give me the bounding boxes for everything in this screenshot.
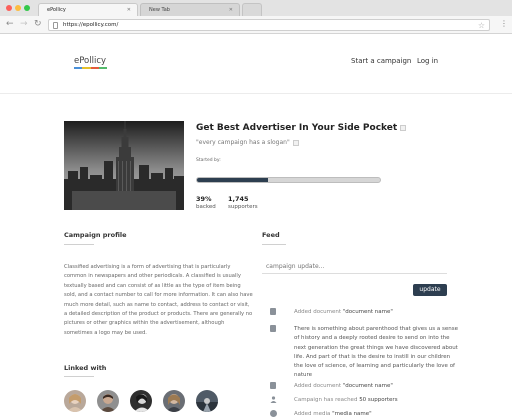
- feed-text: Added media "media name": [294, 410, 459, 419]
- avatar[interactable]: [196, 390, 218, 412]
- heading-underline: [64, 244, 94, 245]
- reload-icon[interactable]: ↻: [34, 19, 42, 30]
- feed-prefix: Added media: [294, 411, 333, 417]
- close-icon[interactable]: ✕: [127, 7, 131, 13]
- heading-underline: [64, 376, 94, 377]
- feed-post-text: There is something about parenthood that…: [294, 326, 459, 379]
- city-skyline-image: [64, 121, 184, 210]
- avatar[interactable]: [130, 390, 152, 412]
- campaign-progress-bar: [196, 177, 381, 183]
- document-name-link[interactable]: "document name": [343, 383, 393, 389]
- close-window-button[interactable]: [6, 5, 12, 11]
- campaign-title: Get Best Advertiser In Your Side Pocket: [196, 123, 407, 133]
- new-tab-button[interactable]: [242, 3, 262, 16]
- logo-color-segment: [82, 67, 91, 69]
- edit-icon[interactable]: [400, 124, 407, 131]
- started-by-label: Started by:: [196, 158, 221, 163]
- browser-menu-icon[interactable]: ⋮: [500, 20, 508, 28]
- media-name-link[interactable]: "media name": [332, 411, 372, 417]
- linked-with-heading: Linked with: [64, 364, 107, 372]
- back-arrow-icon[interactable]: ←: [6, 19, 14, 30]
- url-text: https://epollicy.com/: [63, 22, 119, 28]
- feed-prefix: Campaign has reached: [294, 397, 360, 403]
- person-icon: [270, 396, 277, 403]
- avatar[interactable]: [163, 390, 185, 412]
- avatar-image: [163, 390, 185, 412]
- tab-new-tab[interactable]: New Tab ✕: [140, 3, 240, 16]
- document-name-link[interactable]: "document name": [343, 309, 393, 315]
- heading-underline: [262, 244, 286, 245]
- update-button[interactable]: update: [413, 284, 447, 296]
- backed-stat: 39% backed: [196, 195, 216, 210]
- supporters-milestone: 50 supporters: [359, 397, 398, 403]
- feed-text: Added document "document name": [294, 382, 459, 391]
- logo-color-segment: [98, 67, 107, 69]
- slogan-text: "every campaign has a slogan": [196, 139, 290, 146]
- logo-color-bar: [74, 67, 107, 69]
- minimize-window-button[interactable]: [15, 5, 21, 11]
- tab-epollicy[interactable]: ePollicy ✕: [38, 3, 138, 16]
- forward-arrow-icon[interactable]: →: [20, 19, 28, 30]
- avatar-image: [196, 390, 218, 412]
- document-icon: [270, 382, 276, 389]
- feed-heading: Feed: [262, 231, 280, 239]
- close-icon[interactable]: ✕: [229, 7, 233, 13]
- supporters-value: 1,745: [228, 195, 249, 203]
- avatar-image: [97, 390, 119, 412]
- maximize-window-button[interactable]: [24, 5, 30, 11]
- note-icon: [270, 325, 276, 332]
- avatar[interactable]: [97, 390, 119, 412]
- feed-text: Campaign has reached 50 supporters: [294, 396, 459, 405]
- browser-titlebar: ePollicy ✕ New Tab ✕: [0, 0, 512, 16]
- logo-color-segment: [74, 67, 83, 69]
- avatar-image: [64, 390, 86, 412]
- campaign-title-text: Get Best Advertiser In Your Side Pocket: [196, 123, 398, 133]
- progress-fill: [197, 178, 269, 182]
- browser-toolbar: ← → ↻ https://epollicy.com/ ☆ ⋮: [0, 16, 512, 34]
- supporters-label: supporters: [228, 204, 258, 210]
- logo-color-segment: [90, 67, 99, 69]
- feed-text: Added document "document name": [294, 308, 459, 317]
- campaign-profile-text: Classified advertising is a form of adve…: [64, 264, 253, 336]
- page-icon: [53, 22, 58, 29]
- tab-label: ePollicy: [47, 7, 66, 13]
- campaign-profile-heading: Campaign profile: [64, 231, 127, 239]
- avatar[interactable]: [64, 390, 86, 412]
- backed-label: backed: [196, 204, 216, 210]
- site-logo[interactable]: ePollicy: [74, 56, 106, 66]
- bookmark-star-icon[interactable]: ☆: [478, 20, 485, 31]
- campaign-update-input[interactable]: [262, 260, 447, 274]
- feed-prefix: Added document: [294, 309, 343, 315]
- start-campaign-link[interactable]: Start a campaign: [351, 57, 411, 65]
- edit-icon[interactable]: [292, 139, 299, 146]
- campaign-image: [64, 121, 184, 210]
- avatar-image: [130, 390, 152, 412]
- backed-value: 39%: [196, 195, 212, 203]
- login-link[interactable]: Log in: [417, 57, 438, 65]
- tab-label: New Tab: [149, 7, 170, 13]
- supporters-stat: 1,745 supporters: [228, 195, 258, 210]
- campaign-slogan: "every campaign has a slogan": [196, 139, 299, 146]
- document-icon: [270, 308, 276, 315]
- play-icon: [270, 410, 277, 417]
- address-bar[interactable]: https://epollicy.com/ ☆: [48, 19, 490, 31]
- feed-prefix: Added document: [294, 383, 343, 389]
